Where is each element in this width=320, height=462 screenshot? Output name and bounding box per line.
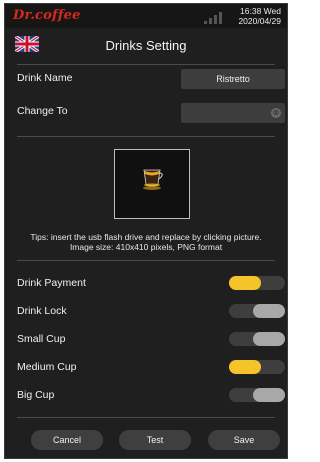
toggle-knob	[253, 304, 285, 318]
clock-time: 16:38 Wed	[240, 6, 281, 16]
toggle-label-medium-cup: Medium Cup	[17, 361, 77, 373]
toggle-knob	[229, 360, 261, 374]
toggle-knob	[229, 276, 261, 290]
brand-logo: Dr.coffee	[13, 8, 81, 23]
divider	[17, 417, 275, 418]
page-title: Drinks Setting	[105, 38, 187, 53]
cancel-button[interactable]: Cancel	[31, 430, 103, 450]
drink-name-label: Drink Name	[17, 72, 73, 84]
toggle-label-drink-lock: Drink Lock	[17, 305, 67, 317]
toggle-knob	[253, 332, 285, 346]
big-cup-toggle[interactable]	[229, 388, 285, 402]
divider	[17, 64, 275, 65]
divider	[17, 136, 275, 137]
clear-icon[interactable]: ⊗	[271, 108, 281, 118]
tips-text: Tips: insert the usb flash drive and rep…	[13, 232, 279, 252]
device-screen: Dr.coffee 16:38 Wed 2020/04/29 Drinks Se…	[4, 3, 288, 459]
save-button[interactable]: Save	[208, 430, 280, 450]
tips-line-1: Tips: insert the usb flash drive and rep…	[30, 232, 262, 242]
header: Drinks Setting	[5, 28, 287, 64]
toggle-knob	[253, 388, 285, 402]
change-to-input[interactable]: ⊗	[181, 103, 285, 123]
toggle-label-big-cup: Big Cup	[17, 389, 55, 401]
drink-picture[interactable]	[114, 149, 190, 219]
drink-payment-toggle[interactable]	[229, 276, 285, 290]
clock: 16:38 Wed 2020/04/29	[238, 6, 281, 26]
tips-line-2: Image size: 410x410 pixels, PNG format	[69, 242, 223, 252]
drink-lock-toggle[interactable]	[229, 304, 285, 318]
clock-date: 2020/04/29	[238, 16, 281, 26]
status-bar: Dr.coffee 16:38 Wed 2020/04/29	[5, 4, 287, 28]
divider	[17, 260, 275, 261]
test-button[interactable]: Test	[119, 430, 191, 450]
toggle-label-small-cup: Small Cup	[17, 333, 66, 345]
change-to-label: Change To	[17, 105, 68, 117]
small-cup-toggle[interactable]	[229, 332, 285, 346]
espresso-cup-icon	[143, 169, 163, 190]
signal-icon	[204, 12, 222, 24]
drink-name-field[interactable]: Ristretto	[181, 69, 285, 89]
medium-cup-toggle[interactable]	[229, 360, 285, 374]
toggle-label-drink-payment: Drink Payment	[17, 277, 86, 289]
